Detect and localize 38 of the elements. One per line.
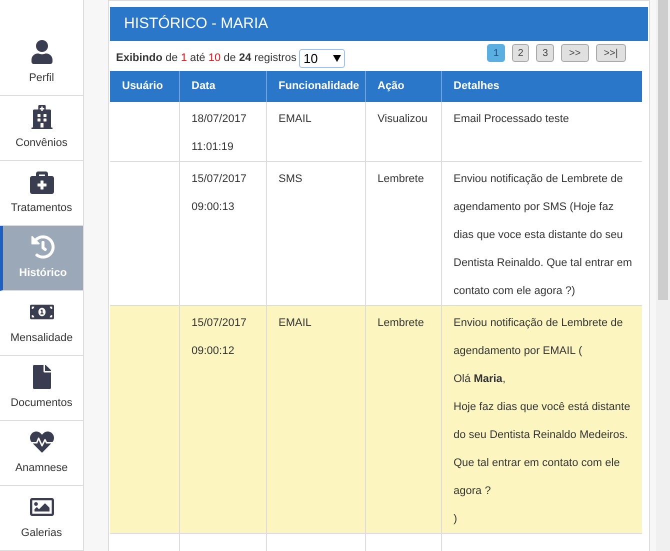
table-cell: Enviou notificação de Lembrete de agendamento por EMAIL ( Olá Maria, Hoje faz dias que você está distante do seu Dentista Reinaldo Medeiros. Que tal entrar em contato com ele agora ? ) <box>441 306 642 534</box>
sidebar-item[interactable]: Galerias <box>0 486 83 551</box>
column-header: Detalhes <box>441 71 642 102</box>
table-cell: Visualizou <box>365 102 441 162</box>
table-cell: Lembrete <box>365 306 441 534</box>
column-header: Usuário <box>110 71 179 102</box>
column-header: Data <box>179 71 266 102</box>
page-button[interactable]: >>| <box>596 44 626 62</box>
table-cell: Email Processado teste <box>441 102 642 162</box>
medical-kit-icon <box>30 170 54 194</box>
dropdown-arrow-icon <box>333 55 342 62</box>
page-button[interactable]: 2 <box>512 44 530 62</box>
sidebar-item[interactable]: Mensalidade <box>0 291 83 356</box>
heartbeat-icon <box>30 430 54 454</box>
hospital-icon <box>30 104 54 129</box>
table-cell: 18/07/2017 11:01:19 <box>179 102 266 162</box>
panel-title: HISTÓRICO - MARIA <box>124 14 268 34</box>
sidebar-item[interactable]: Anamnese <box>0 421 83 486</box>
table-cell: EMAIL <box>266 102 365 162</box>
table-cell: EMAIL <box>266 306 365 534</box>
records-info: Exibindo de 1 até 10 de 24 registros <box>116 51 296 66</box>
table-cell: SMS <box>266 162 365 306</box>
column-header: Funcionalidade <box>266 71 365 102</box>
table-cell: 15/07/2017 09:00:13 <box>179 162 266 306</box>
sidebar-item[interactable]: Convênios <box>0 96 83 161</box>
column-header: Ação <box>365 71 441 102</box>
table-cell: Lembrete <box>365 162 441 306</box>
person-icon <box>30 40 54 64</box>
scrollbar[interactable] <box>656 0 670 551</box>
history-icon <box>31 234 55 259</box>
sidebar-item[interactable]: Documentos <box>0 356 83 421</box>
scrollbar-thumb[interactable] <box>658 0 668 300</box>
table-cell: 15/07/2017 09:00:12 <box>179 306 266 534</box>
table-cell: Enviou notificação de Lembrete de agendamento por SMS (Hoje faz dias que voce esta distante do seu Dentista Reinaldo. Que tal entrar em contato com ele agora ?) <box>441 162 642 306</box>
page-button[interactable]: >> <box>561 44 589 62</box>
sidebar-item[interactable]: Perfil <box>0 31 83 96</box>
page-size-select[interactable]: 10 <box>299 49 346 68</box>
page-button[interactable]: 3 <box>536 44 554 62</box>
